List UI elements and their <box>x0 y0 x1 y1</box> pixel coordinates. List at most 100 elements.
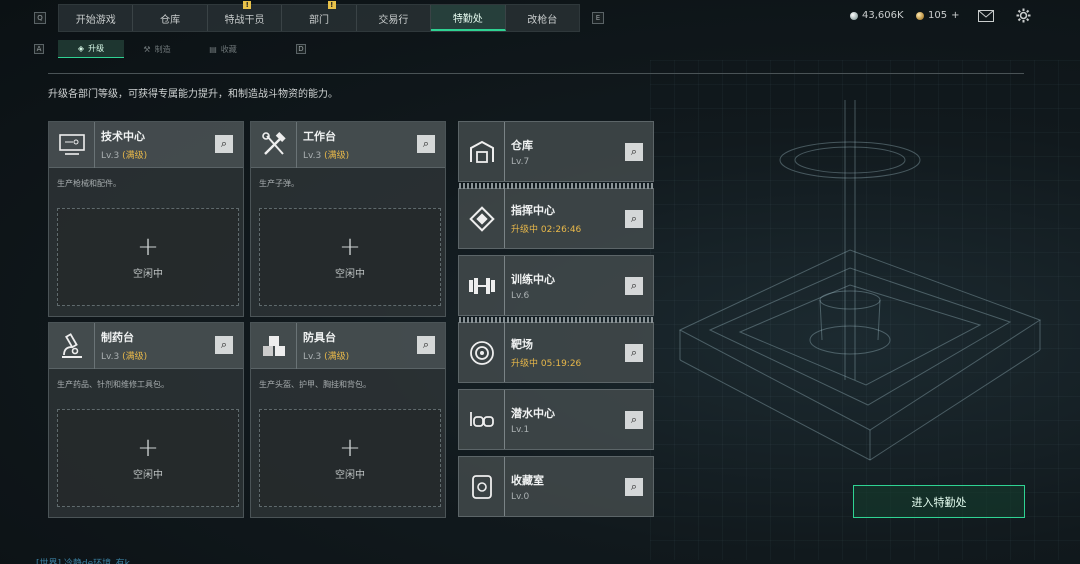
subtab-collection[interactable]: ▤ 收藏 <box>190 40 256 58</box>
production-slot[interactable]: + 空闲中 <box>57 208 239 306</box>
inspect-button[interactable]: ⌕ <box>625 478 643 496</box>
key-hint-a: A <box>34 44 44 54</box>
facility-card-armor-bench[interactable]: 防具台 Lv.3 (满级) ⌕ 生产头盔、护甲、胸挂和背包。 + 空闲中 <box>250 322 446 518</box>
facility-level: Lv.0 <box>511 491 530 502</box>
facility-description: 生产子弹。 <box>259 179 299 188</box>
tab-trading[interactable]: 交易行 <box>357 5 432 31</box>
settings-gear-icon[interactable] <box>1016 8 1031 23</box>
tab-operators[interactable]: 特战干员! <box>208 1 283 31</box>
tab-label: 特勤处 <box>452 13 483 25</box>
tab-label: 交易行 <box>378 14 409 26</box>
facility-level: Lv.7 <box>511 156 530 167</box>
upgrade-timer: 升级中 05:19:26 <box>511 359 582 369</box>
production-slot[interactable]: + 空闲中 <box>259 208 441 306</box>
card-header: 技术中心 Lv.3 (满级) ⌕ <box>49 121 243 168</box>
tab-start-game[interactable]: 开始游戏 <box>59 5 134 31</box>
add-icon: + <box>339 231 361 262</box>
card-header: 制药台 Lv.3 (满级) ⌕ <box>49 322 243 369</box>
magnifier-icon: ⌕ <box>630 279 638 292</box>
craft-icon: ⚒ <box>143 44 151 54</box>
facility-card-collection-room[interactable]: 收藏室 Lv.0 ⌕ <box>458 456 654 517</box>
world-chat-line[interactable]: [世界] 冷静de环境_有k <box>36 556 130 564</box>
magnifier-icon: ⌕ <box>220 338 228 351</box>
max-level-tag: (满级) <box>324 352 350 362</box>
inspect-button[interactable]: ⌕ <box>625 344 643 362</box>
slot-status: 空闲中 <box>133 268 163 280</box>
facility-level: Lv.3 (满级) <box>303 349 349 362</box>
tab-department[interactable]: 部门! <box>282 1 357 31</box>
key-hint-q: Q <box>34 12 46 24</box>
facility-description: 生产药品、针剂和维修工具包。 <box>57 380 169 389</box>
mail-icon[interactable] <box>978 10 994 22</box>
computer-icon <box>49 121 95 168</box>
magnifier-icon: ⌕ <box>630 480 638 493</box>
add-icon: + <box>137 432 159 463</box>
magnifier-icon: ⌕ <box>422 137 430 150</box>
add-icon: + <box>137 231 159 262</box>
facility-card-training-center[interactable]: 训练中心 Lv.6 ⌕ <box>458 255 654 316</box>
max-level-tag: (满级) <box>122 352 148 362</box>
tab-label: 仓库 <box>160 14 181 26</box>
top-navigation: 开始游戏 仓库 特战干员! 部门! 交易行 特勤处 改枪台 <box>58 1 580 32</box>
inspect-button[interactable]: ⌕ <box>215 135 233 153</box>
subtab-upgrade[interactable]: ◈ 升级 <box>58 40 124 58</box>
enter-special-ops-button[interactable]: 进入特勤处 <box>853 485 1025 518</box>
facility-card-command-center[interactable]: 指挥中心 升级中 02:26:46 ⌕ <box>458 183 654 249</box>
facility-level: Lv.1 <box>511 424 530 435</box>
magnifier-icon: ⌕ <box>220 137 228 150</box>
facility-card-tech-center[interactable]: 技术中心 Lv.3 (满级) ⌕ 生产枪械和配件。 + 空闲中 <box>48 121 244 317</box>
max-level-tag: (满级) <box>324 151 350 161</box>
microscope-icon <box>49 322 95 369</box>
command-icon <box>459 189 505 248</box>
max-level-tag: (满级) <box>122 151 148 161</box>
target-icon <box>459 323 505 382</box>
facility-card-workbench[interactable]: 工作台 Lv.3 (满级) ⌕ 生产子弹。 + 空闲中 <box>250 121 446 317</box>
facility-name: 潜水中心 <box>511 406 555 420</box>
inspect-button[interactable]: ⌕ <box>417 336 435 354</box>
tab-label: 开始游戏 <box>75 14 116 26</box>
silver-amount: 43,606K <box>862 10 904 21</box>
gold-currency[interactable]: 105 + <box>916 10 959 21</box>
tab-gunsmith[interactable]: 改枪台 <box>506 5 579 31</box>
card-header: 工作台 Lv.3 (满级) ⌕ <box>251 121 445 168</box>
facility-card-warehouse[interactable]: 仓库 Lv.7 ⌕ <box>458 121 654 182</box>
inspect-button[interactable]: ⌕ <box>417 135 435 153</box>
subtab-label: 升级 <box>88 44 105 53</box>
subtab-craft[interactable]: ⚒ 制造 <box>124 40 190 58</box>
inspect-button[interactable]: ⌕ <box>625 143 643 161</box>
silver-coin-icon <box>850 11 858 20</box>
level-value: Lv.3 <box>101 151 120 161</box>
tab-special-ops[interactable]: 特勤处 <box>431 5 506 31</box>
add-gold-button[interactable]: + <box>951 10 959 21</box>
key-hint-e: E <box>592 12 604 24</box>
tab-warehouse[interactable]: 仓库 <box>133 5 208 31</box>
magnifier-icon: ⌕ <box>630 413 638 426</box>
inspect-button[interactable]: ⌕ <box>625 210 643 228</box>
facility-name: 指挥中心 <box>511 204 555 217</box>
diving-mask-icon <box>459 390 505 449</box>
production-slot[interactable]: + 空闲中 <box>57 409 239 507</box>
armor-icon <box>251 322 297 369</box>
inspect-button[interactable]: ⌕ <box>625 411 643 429</box>
facility-card-pharmacy[interactable]: 制药台 Lv.3 (满级) ⌕ 生产药品、针剂和维修工具包。 + 空闲中 <box>48 322 244 518</box>
tab-label: 部门 <box>308 14 329 26</box>
upgrade-progress-stripes <box>459 183 653 189</box>
facility-card-shooting-range[interactable]: 靶场 升级中 05:19:26 ⌕ <box>458 317 654 383</box>
magnifier-icon: ⌕ <box>630 346 638 359</box>
silver-currency: 43,606K <box>850 10 904 21</box>
facility-level: Lv.6 <box>511 290 530 301</box>
magnifier-icon: ⌕ <box>422 338 430 351</box>
gold-amount: 105 <box>928 10 948 21</box>
facility-card-diving-center[interactable]: 潜水中心 Lv.1 ⌕ <box>458 389 654 450</box>
inspect-button[interactable]: ⌕ <box>625 277 643 295</box>
facility-name: 靶场 <box>511 338 533 351</box>
base-wireframe-illustration <box>678 100 1042 461</box>
production-slot[interactable]: + 空闲中 <box>259 409 441 507</box>
magnifier-icon: ⌕ <box>630 212 638 225</box>
inspect-button[interactable]: ⌕ <box>215 336 233 354</box>
slot-status: 空闲中 <box>335 469 365 481</box>
magnifier-icon: ⌕ <box>630 145 638 158</box>
key-hint-d: D <box>296 44 306 54</box>
page-description: 升级各部门等级，可获得专属能力提升，和制造战斗物资的能力。 <box>48 89 338 100</box>
upgrade-timer: 升级中 02:26:46 <box>511 225 582 235</box>
